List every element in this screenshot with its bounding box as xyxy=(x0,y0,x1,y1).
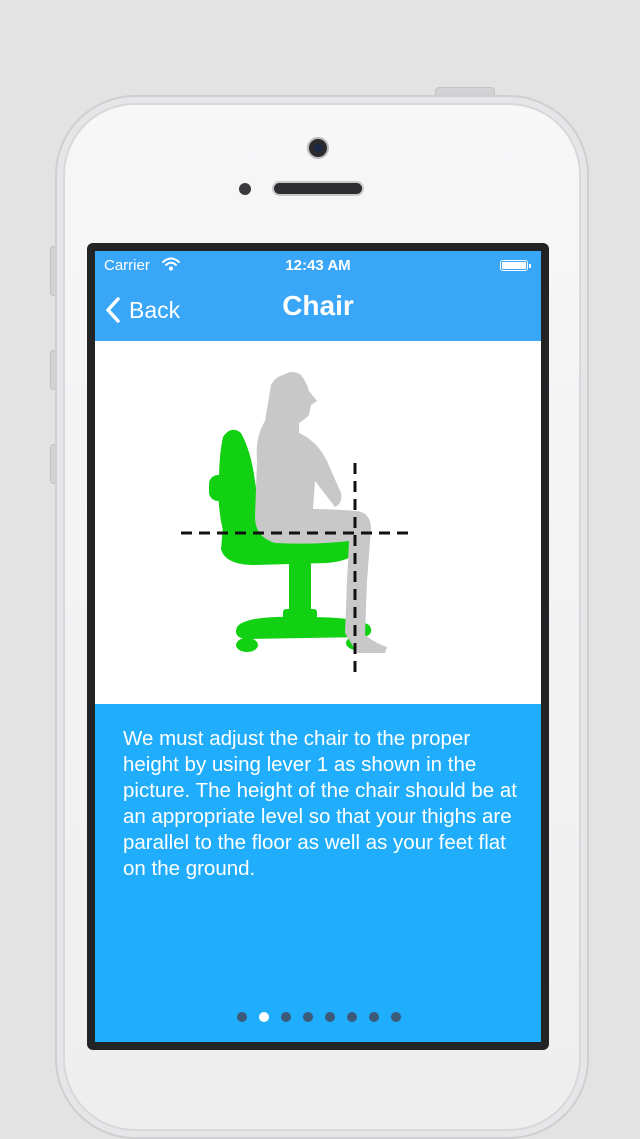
page-dot-5[interactable] xyxy=(325,1012,335,1022)
status-time: 12:43 AM xyxy=(285,257,351,274)
chair-posture-illustration xyxy=(95,341,541,704)
page-dot-8[interactable] xyxy=(391,1012,401,1022)
page-dot-7[interactable] xyxy=(369,1012,379,1022)
instruction-text: We must adjust the chair to the proper h… xyxy=(123,727,517,880)
page-title: Chair xyxy=(282,290,354,321)
app-screen: Carrier 12:43 AM Back Chair We must adju… xyxy=(95,251,541,1042)
info-panel: We must adjust the chair to the proper h… xyxy=(95,704,541,1042)
earpiece-speaker xyxy=(272,181,364,196)
navigation-bar: Carrier 12:43 AM Back Chair xyxy=(95,251,541,341)
posture-diagram xyxy=(181,372,415,675)
front-camera xyxy=(307,137,329,159)
status-bar: Carrier 12:43 AM xyxy=(95,251,541,279)
page-dot-6[interactable] xyxy=(347,1012,357,1022)
page-dot-3[interactable] xyxy=(281,1012,291,1022)
page-dot-1[interactable] xyxy=(237,1012,247,1022)
person-silhouette xyxy=(255,372,387,653)
page-dot-2-active[interactable] xyxy=(259,1012,269,1022)
battery-icon xyxy=(500,260,531,271)
page-indicator[interactable] xyxy=(95,1012,541,1022)
proximity-sensor xyxy=(239,183,251,195)
page-dot-4[interactable] xyxy=(303,1012,313,1022)
